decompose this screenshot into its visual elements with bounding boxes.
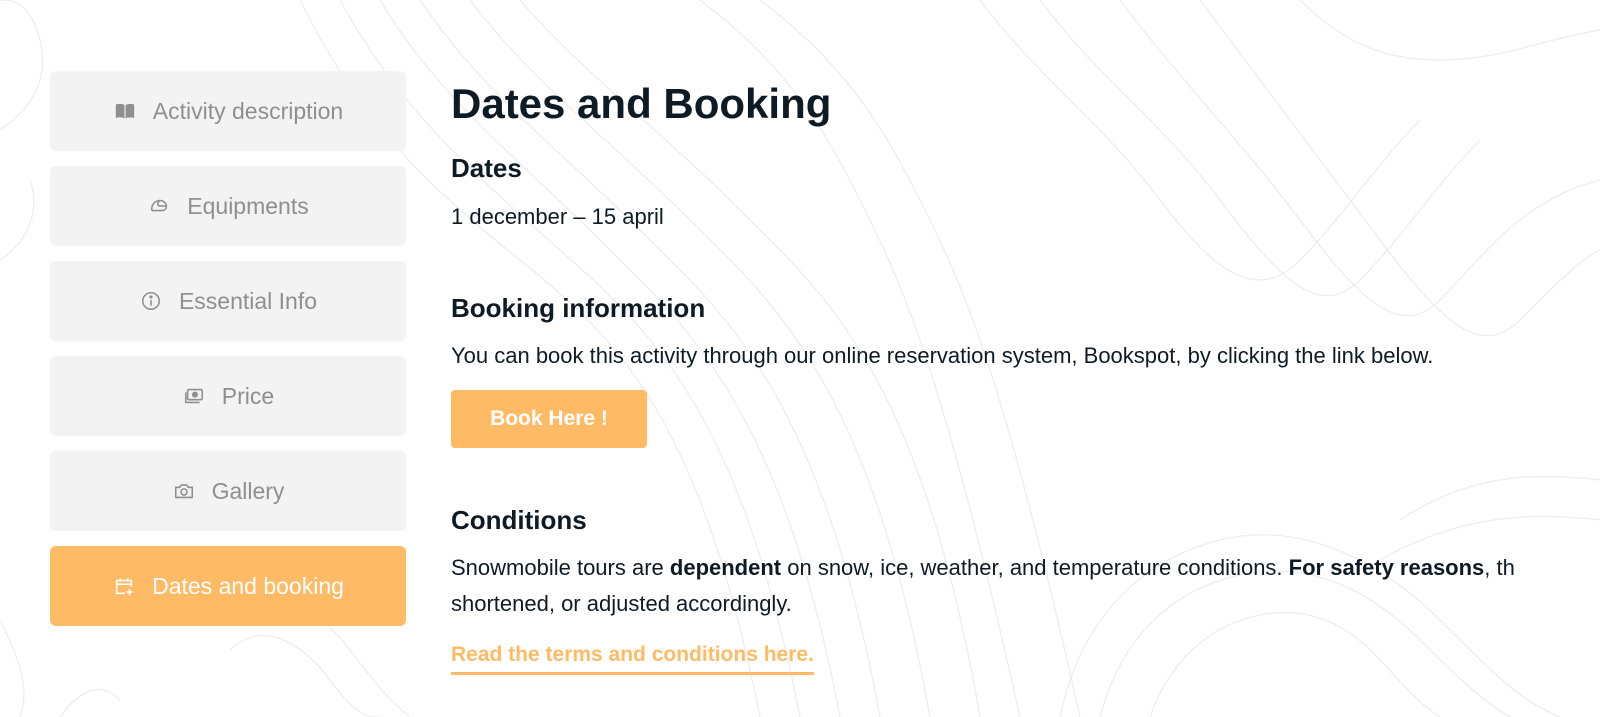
dates-text: 1 december – 15 april [451, 204, 664, 229]
sidebar-item-equipments[interactable]: Equipments [50, 166, 406, 246]
book-here-button[interactable]: Book Here ! [451, 390, 647, 448]
book-icon [113, 99, 137, 123]
sidebar-item-label: Price [221, 382, 275, 409]
conditions-bold-dependent: dependent [669, 555, 782, 580]
booking-text: You can book this activity through our o… [451, 343, 1434, 368]
helmet-icon [147, 194, 171, 218]
sidebar-item-label: Equipments [187, 192, 309, 219]
sidebar-item-dates-and-booking[interactable]: Dates and booking [50, 546, 406, 626]
info-icon [139, 289, 163, 313]
calendar-plus-icon [112, 574, 136, 598]
conditions-text-part: on snow, ice, weather, and temperature c… [781, 555, 1289, 580]
sidebar-item-gallery[interactable]: Gallery [50, 451, 406, 531]
money-icon [182, 384, 206, 408]
conditions-bold-safety: For safety reasons [1288, 555, 1485, 580]
sidebar-item-label: Gallery [211, 477, 285, 504]
sidebar-item-label: Dates and booking [152, 572, 344, 599]
camera-icon [172, 479, 196, 503]
dates-heading: Dates [451, 153, 522, 183]
sidebar-item-essential-info[interactable]: Essential Info [50, 261, 406, 341]
sidebar-item-activity-description[interactable]: Activity description [50, 71, 406, 151]
conditions-heading: Conditions [451, 505, 587, 535]
booking-heading: Booking information [451, 293, 706, 323]
sidebar-nav: Activity description Equipments Essentia… [50, 71, 406, 641]
conditions-text-part: , th [1484, 555, 1515, 580]
main-content: Dates and Booking Dates 1 december – 15 … [451, 0, 1600, 717]
sidebar-item-label: Essential Info [178, 287, 318, 314]
sidebar-item-label: Activity description [152, 97, 344, 124]
conditions-text-part: Snowmobile tours are [451, 555, 670, 580]
conditions-text-line-2: shortened, or adjusted accordingly. [451, 591, 792, 616]
page-title: Dates and Booking [451, 80, 832, 127]
terms-conditions-link[interactable]: Read the terms and conditions here. [451, 643, 814, 675]
sidebar-item-price[interactable]: Price [50, 356, 406, 436]
conditions-text: Snowmobile tours are dependent on snow, … [451, 555, 1515, 581]
